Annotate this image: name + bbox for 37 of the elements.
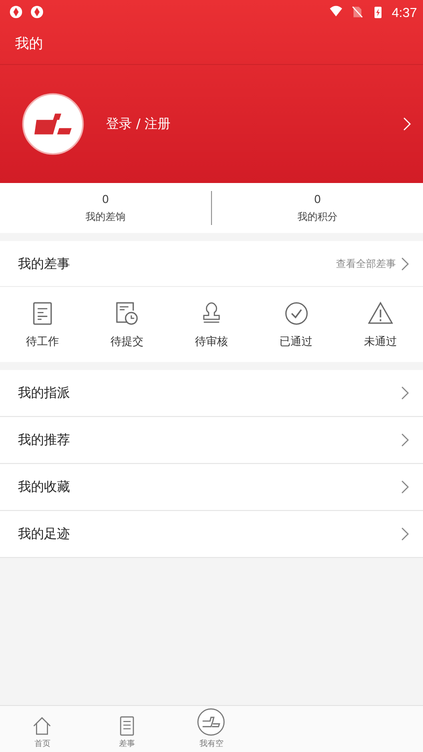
clock-time: 4:37	[392, 4, 417, 20]
menu-item[interactable]: 我的指派	[0, 370, 423, 417]
chevron-right-icon	[401, 386, 409, 400]
task-status-item[interactable]: 已通过	[254, 300, 338, 348]
app-notification-icon	[30, 5, 44, 19]
document-clock-icon	[114, 300, 140, 326]
chevron-right-icon	[401, 480, 409, 494]
chevron-right-icon	[401, 256, 409, 270]
logo-circle-icon	[197, 708, 226, 736]
login-row[interactable]: 登录 / 注册	[0, 65, 423, 183]
wifi-icon	[328, 5, 343, 19]
home-icon	[32, 716, 52, 736]
stat-value: 0	[314, 192, 321, 206]
view-all-link[interactable]: 查看全部差事	[336, 256, 396, 270]
nav-tab[interactable]: 差事	[84, 706, 170, 752]
section-title: 我的差事	[18, 256, 70, 272]
nav-tab[interactable]: 首页	[0, 706, 85, 752]
task-status-item[interactable]: 待提交	[84, 300, 170, 348]
menu-item[interactable]: 我的推荐	[0, 417, 423, 464]
stat-label: 我的积分	[298, 210, 338, 224]
chevron-right-icon	[401, 527, 409, 541]
stat-label: 我的差饷	[86, 210, 126, 224]
menu-item[interactable]: 我的收藏	[0, 464, 423, 511]
check-circle-icon	[284, 300, 309, 326]
task-status-item[interactable]: 待工作	[0, 300, 85, 348]
chevron-right-icon	[401, 433, 409, 447]
nav-tab[interactable]: 我有空	[169, 706, 254, 752]
task-status-item[interactable]: 未通过	[338, 300, 423, 348]
no-sim-icon	[350, 5, 364, 19]
warning-icon	[368, 300, 394, 326]
page-title: 我的	[15, 35, 43, 53]
menu-item[interactable]: 我的足迹	[0, 511, 423, 558]
task-status-item[interactable]: 待审核	[169, 300, 254, 348]
chevron-right-icon	[403, 117, 411, 131]
stat-value: 0	[102, 192, 109, 206]
app-notification-icon	[9, 5, 23, 19]
avatar-logo	[22, 93, 84, 155]
